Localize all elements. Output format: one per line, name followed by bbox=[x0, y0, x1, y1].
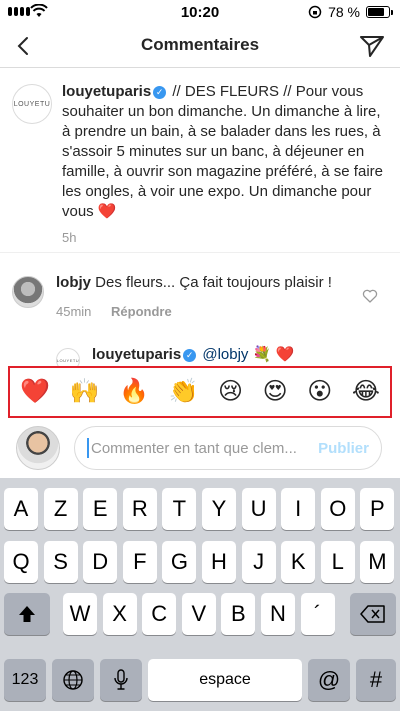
comment-input[interactable] bbox=[91, 439, 311, 457]
keyboard: AZERTYUIOP QSDFGHJKLM W X C V B N ´ 123 espace… bbox=[0, 478, 400, 711]
comment-composer: Publier bbox=[0, 420, 400, 478]
key-w[interactable]: W bbox=[63, 593, 97, 635]
shift-key[interactable] bbox=[4, 593, 50, 635]
status-bar: 10:20 78 % bbox=[0, 0, 400, 24]
key-c[interactable]: C bbox=[142, 593, 177, 635]
key-x[interactable]: X bbox=[102, 593, 137, 635]
key-m[interactable]: M bbox=[360, 541, 395, 583]
comment-body: Des fleurs... Ça fait toujours plaisir ! bbox=[91, 274, 332, 291]
space-key[interactable]: espace bbox=[148, 659, 302, 701]
commenter-username[interactable]: lobjy bbox=[56, 274, 91, 291]
key-i[interactable]: I bbox=[281, 488, 316, 530]
current-user-avatar bbox=[16, 426, 60, 470]
reply-text: louyetuparis ✓ @lobjy 💐 ❤️ bbox=[92, 345, 294, 363]
reply-author-username[interactable]: louyetuparis bbox=[92, 346, 181, 363]
emoji-crying-face[interactable]: 😢 bbox=[218, 380, 243, 404]
backspace-key[interactable] bbox=[350, 593, 396, 635]
key-g[interactable]: G bbox=[162, 541, 197, 583]
key-h[interactable]: H bbox=[202, 541, 236, 583]
red-heart-emoji: ❤️ bbox=[97, 203, 117, 220]
emoji-fire[interactable]: 🔥 bbox=[119, 380, 149, 404]
heart-outline-icon[interactable] bbox=[362, 288, 378, 304]
globe-key[interactable] bbox=[52, 659, 94, 701]
globe-icon bbox=[63, 670, 83, 690]
post-caption: LOUYETU louyetuparis ✓ // DES FLEURS // P… bbox=[0, 78, 400, 253]
comment-input-box[interactable]: Publier bbox=[74, 426, 382, 470]
key-t[interactable]: T bbox=[162, 488, 197, 530]
key-y[interactable]: Y bbox=[202, 488, 236, 530]
emoji-red-heart[interactable]: ❤️ bbox=[20, 380, 50, 404]
reply-mention[interactable]: @lobjy bbox=[202, 346, 248, 363]
emoji-clapping-hands[interactable]: 👏 bbox=[169, 380, 199, 404]
emoji-heart-eyes[interactable]: 😍 bbox=[263, 380, 288, 404]
key-f[interactable]: F bbox=[122, 541, 157, 583]
key-j[interactable]: J bbox=[241, 541, 276, 583]
comment-timestamp: 45min bbox=[56, 304, 92, 319]
key-u[interactable]: U bbox=[241, 488, 276, 530]
comment-meta: 45min Répondre bbox=[56, 304, 172, 319]
key-z[interactable]: Z bbox=[43, 488, 78, 530]
key-l[interactable]: L bbox=[320, 541, 355, 583]
key-acute-accent[interactable]: ´ bbox=[300, 593, 335, 635]
key-s[interactable]: S bbox=[43, 541, 78, 583]
caption-body: // DES FLEURS // Pour vous souhaiter un … bbox=[62, 83, 383, 220]
hash-key[interactable]: # bbox=[356, 659, 396, 701]
post-timestamp: 5h bbox=[62, 230, 77, 245]
reply-emojis: 💐 ❤️ bbox=[248, 346, 295, 363]
microphone-icon bbox=[114, 669, 128, 690]
key-p[interactable]: P bbox=[360, 488, 395, 530]
key-a[interactable]: A bbox=[4, 488, 38, 530]
verified-badge-icon: ✓ bbox=[153, 86, 167, 99]
key-b[interactable]: B bbox=[221, 593, 256, 635]
key-o[interactable]: O bbox=[320, 488, 355, 530]
backspace-icon bbox=[360, 605, 385, 623]
shift-arrow-icon bbox=[19, 606, 35, 622]
key-k[interactable]: K bbox=[281, 541, 316, 583]
key-e[interactable]: E bbox=[83, 488, 118, 530]
numbers-key[interactable]: 123 bbox=[4, 659, 46, 701]
page-title: Commentaires bbox=[140, 35, 260, 54]
comment-text: lobjy Des fleurs... Ça fait toujours pla… bbox=[56, 274, 332, 291]
publish-button[interactable]: Publier bbox=[318, 440, 369, 457]
direct-send-icon[interactable] bbox=[358, 32, 386, 60]
key-d[interactable]: D bbox=[83, 541, 118, 583]
emoji-quick-bar: ❤️ 🙌 🔥 👏 😢 😍 😮 😂 bbox=[8, 366, 392, 418]
post-author-username[interactable]: louyetuparis bbox=[62, 83, 151, 100]
post-author-avatar[interactable]: LOUYETU bbox=[12, 84, 52, 124]
nav-bar: Commentaires bbox=[0, 24, 400, 68]
battery-percent: 78 % bbox=[328, 4, 360, 20]
verified-badge-icon: ✓ bbox=[183, 349, 197, 362]
key-r[interactable]: R bbox=[122, 488, 157, 530]
at-key[interactable]: @ bbox=[308, 659, 350, 701]
key-q[interactable]: Q bbox=[4, 541, 38, 583]
orientation-lock-icon bbox=[308, 5, 322, 19]
emoji-raising-hands[interactable]: 🙌 bbox=[70, 380, 100, 404]
commenter-avatar[interactable] bbox=[12, 276, 44, 308]
reply-button[interactable]: Répondre bbox=[111, 304, 172, 319]
key-v[interactable]: V bbox=[181, 593, 216, 635]
dictation-key[interactable] bbox=[100, 659, 142, 701]
battery-icon bbox=[366, 6, 393, 18]
reply-item: LOUYETU louyetuparis ✓ @lobjy 💐 ❤️ bbox=[0, 342, 400, 366]
text-caret bbox=[87, 438, 89, 458]
key-n[interactable]: N bbox=[261, 593, 295, 635]
comment-item: lobjy Des fleurs... Ça fait toujours pla… bbox=[0, 268, 400, 328]
caption-text: louyetuparis ✓ // DES FLEURS // Pour vous… bbox=[62, 82, 390, 222]
emoji-tears-of-joy[interactable]: 😂 bbox=[352, 380, 380, 404]
emoji-surprised-face[interactable]: 😮 bbox=[307, 380, 332, 404]
reply-author-avatar[interactable]: LOUYETU bbox=[56, 348, 80, 366]
